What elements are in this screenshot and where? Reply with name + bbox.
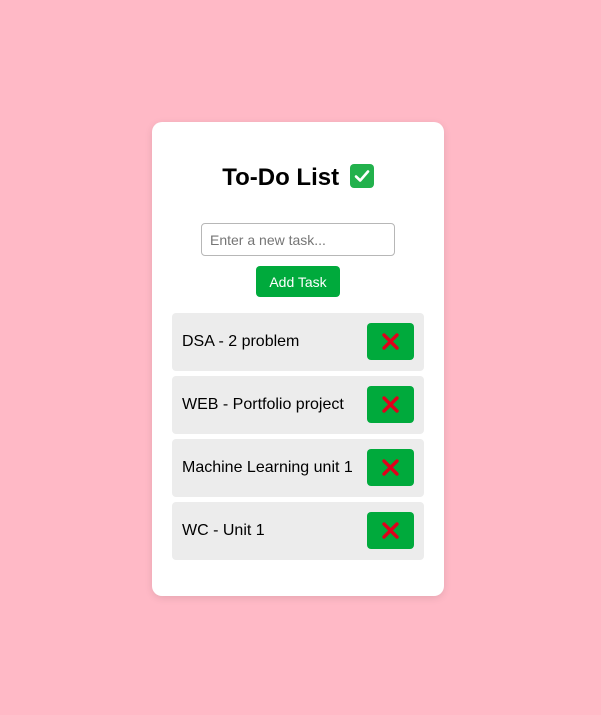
cross-mark-icon (382, 522, 399, 539)
check-mark-button-icon (349, 164, 374, 188)
task-item: WEB - Portfolio project (172, 376, 424, 434)
task-item: DSA - 2 problem (172, 313, 424, 371)
task-item: WC - Unit 1 (172, 502, 424, 560)
task-item: Machine Learning unit 1 (172, 439, 424, 497)
task-list: DSA - 2 problem WEB - Portfolio project … (172, 313, 424, 565)
delete-task-button[interactable] (367, 323, 414, 360)
task-text: WC - Unit 1 (182, 522, 265, 539)
task-text: DSA - 2 problem (182, 333, 300, 350)
delete-task-button[interactable] (367, 386, 414, 423)
task-text: Machine Learning unit 1 (182, 459, 353, 476)
cross-mark-icon (382, 333, 399, 350)
add-task-button[interactable]: Add Task (256, 266, 340, 297)
new-task-input[interactable] (201, 223, 395, 256)
delete-task-button[interactable] (367, 449, 414, 486)
delete-task-button[interactable] (367, 512, 414, 549)
cross-mark-icon (382, 396, 399, 413)
title-text: To-Do List (222, 164, 340, 191)
page-title: To-Do List (152, 162, 444, 194)
task-text: WEB - Portfolio project (182, 396, 344, 413)
todo-card: To-Do List Add Task DSA - 2 problem WEB … (152, 122, 444, 596)
cross-mark-icon (382, 459, 399, 476)
